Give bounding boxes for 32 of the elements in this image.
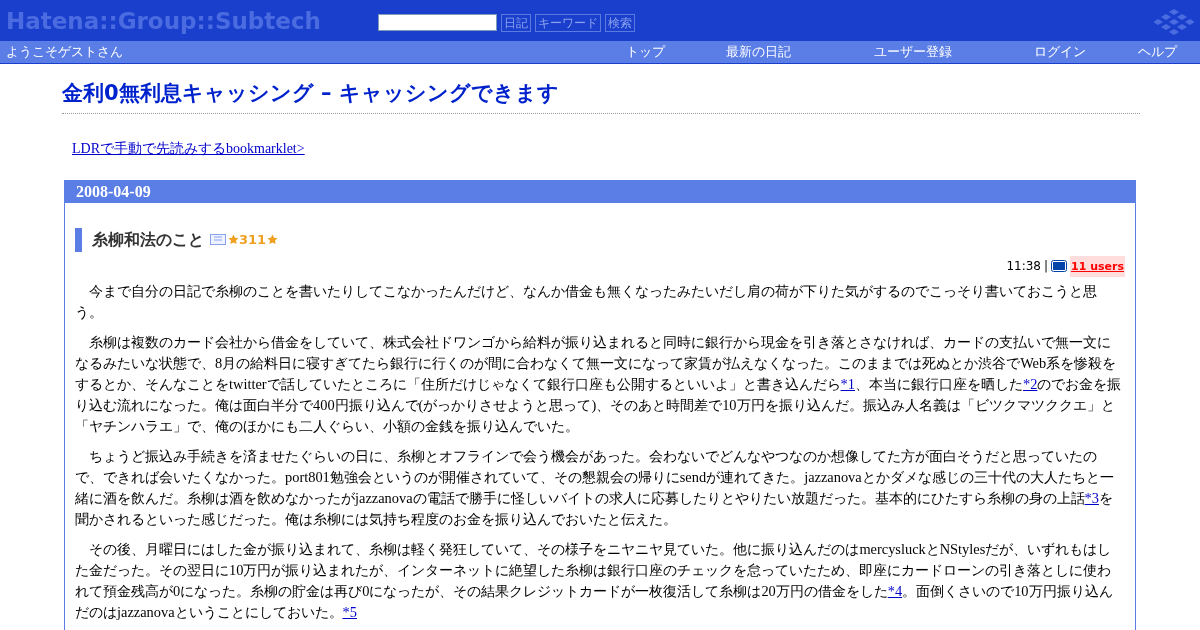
footnote-link[interactable]: *1 (840, 375, 855, 392)
footnote-link[interactable]: *5 (342, 603, 357, 620)
add-star-button-icon[interactable] (267, 234, 279, 245)
footnote-link[interactable]: *2 (1022, 375, 1038, 392)
paragraph: 糸柳は複数のカード会社から借金をしていて、株式会社ドワンゴから給料が振り込まれると同時に銀行から現金を引き落とさなければ、カードの支払いで無一文になるみたいな状態で、8月の給料日に寝すぎてたら銀行に行くのが間に合わなくて無一文になって家賃が払えなくなった。このままでは死ぬとか渋谷でWeb系を惨殺をするとか、そんなことをtwitterで話していたところに「住所だけじゃなくて銀行口座も公開するといいよ」と書き込んだら*1、本当に銀行口座を晒した*2のでお金を振り込む流れになった。俺は面白半分で400円振り込んで(がっかりさせようと思って)、そのあと時間差で10万円を振り込んだ。振込み人名義は「ビツクマツククエ」と「ヤチンハラエ」で、俺のほかにも二人ぐらい、小額の金銭を振り込んでいた。 (75, 332, 1123, 436)
separator: | (1044, 257, 1049, 275)
footnote-link[interactable]: *3 (1084, 489, 1099, 506)
star-count[interactable]: 311 (239, 229, 267, 250)
search-field[interactable] (378, 14, 497, 31)
nav-link[interactable]: トップ (626, 42, 726, 62)
nav-link[interactable]: ログイン (1034, 42, 1138, 62)
nav-link[interactable]: ユーザー登録 (874, 42, 1034, 62)
search-button[interactable]: キーワード (535, 13, 601, 32)
post-time: 11:38 (1006, 257, 1041, 275)
section-heading[interactable]: 糸柳和法のこと (92, 229, 204, 250)
search-button[interactable]: 日記 (501, 13, 531, 32)
paragraph: 今まで自分の日記で糸柳のことを書いたりしてこなかったんだけど、なんか借金も無くなったみたいだし肩の荷が下りた気がするのでこっそり書いておこうと思う。 (75, 281, 1099, 322)
paragraph: ちょうど振込み手続きを済ませたぐらいの日に、糸柳とオフラインで会う機会があった。会わないでどんなやつなのか想像してた方が面白そうだと思っていたので、できれば会いたくなかった。port801勉強会というのが開催されていて、その懇親会の帰りにsendが連れてきた。jazzanovaとかダメな感じの三十代の大人たちと一緒に酒を飲んだ。糸柳は酒を飲めなかったがjazzanovaの電話で勝手に怪しいバイトの求人に応募したりとやりたい放題だった。基本的にひたすら糸柳の身の上話*3を聞かされるといった感じだった。俺は糸柳には気持ち程度のお金を振り込んでおいたと伝えた。 (75, 446, 1115, 529)
paragraph: その後、月曜日にはした金が振り込まれて、糸柳は軽く発狂していて、その様子をニヤニヤ見ていた。他に振り込んだのはmercysluckとNStylesだが、いずれもはした金だった。その翌日に10万円が振り込まれたが、インターネットに絶望した糸柳は銀行口座のチェックを怠っていたため、即座にカードローンの引き落としに使われて預金残高が0になった。糸柳の貯金は再び0になったが、その結果クレジットカードが一枚復活して糸柳は20万円の借金をした*4。面倒くさいので10万円振り込んだのはjazzanovaということにしておいた。*5 (75, 539, 1114, 622)
nav-link[interactable]: ヘルプ (1138, 42, 1198, 62)
diamond-logo-icon (1154, 9, 1194, 35)
page-title: 金利0無利息キャッシング – キャッシングできます (62, 78, 1140, 114)
bookmark-users-link[interactable]: 11 users (1070, 255, 1125, 277)
bookmarklet-link[interactable]: LDRで手動で先読みするbookmarklet> (72, 137, 305, 159)
star-icon (228, 234, 239, 245)
search-button[interactable]: 検索 (605, 13, 635, 32)
nav-link[interactable]: 最新の日記 (726, 42, 874, 62)
bookmark-icon[interactable] (1051, 260, 1068, 272)
footnote-link[interactable]: *4 (887, 582, 903, 599)
date-header: 2008-04-09 (65, 180, 1135, 203)
welcome-text: ようこそゲストさん (5, 43, 124, 62)
section-marker (75, 227, 82, 252)
